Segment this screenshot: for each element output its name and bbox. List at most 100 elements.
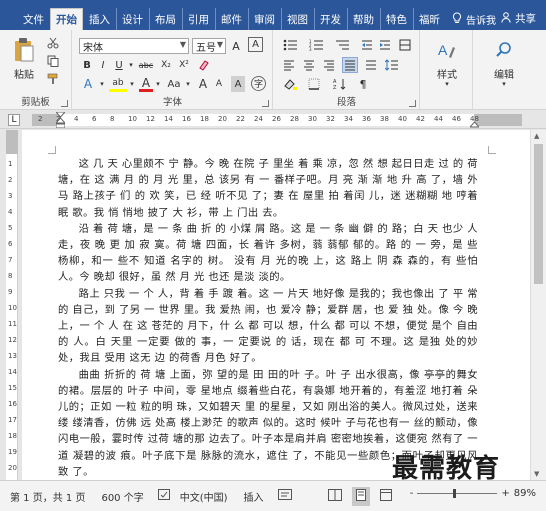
proofing-icon[interactable] — [157, 489, 170, 503]
cut-icon[interactable] — [46, 36, 60, 50]
distributed-icon[interactable] — [364, 58, 378, 72]
sort-icon[interactable]: AZ — [332, 77, 348, 91]
tab-developer[interactable]: 开发 — [314, 8, 346, 30]
increase-indent-icon[interactable] — [378, 38, 392, 52]
chevron-down-icon[interactable]: ▾ — [155, 76, 161, 92]
superscript-button[interactable]: X² — [177, 58, 191, 72]
character-border-icon[interactable]: A — [248, 37, 263, 52]
styles-icon[interactable]: A — [435, 38, 459, 62]
paragraph[interactable]: 路上 只我 一 个 人，背 着 手 踱 着。这 一 片天 地好像 是我的；我也像… — [58, 286, 478, 367]
tab-stop-selector[interactable]: L — [8, 114, 20, 126]
indent-marker-icon[interactable] — [54, 111, 67, 131]
tell-me-search[interactable]: 告诉我 — [452, 8, 496, 30]
decrease-indent-icon[interactable] — [360, 38, 374, 52]
ruler-number: 26 — [272, 115, 281, 123]
macro-record-icon[interactable] — [277, 489, 292, 503]
tab-featured[interactable]: 特色 — [380, 8, 412, 30]
page-count[interactable]: 第 1 页，共 1 页 — [10, 489, 85, 504]
document-body[interactable]: 这 几 天 心里颇不 宁 静。今 晚 在院 子 里坐 着 乘 凉，忽 然 想 起… — [58, 156, 478, 480]
scroll-thumb[interactable] — [534, 144, 543, 284]
font-name-select[interactable]: 宋体 ▼ — [79, 38, 189, 54]
insert-mode[interactable]: 插入 — [244, 489, 264, 504]
zoom-slider-knob[interactable] — [453, 489, 457, 498]
zoom-slider[interactable] — [417, 489, 498, 498]
zoom-in-button[interactable]: + — [501, 488, 509, 499]
tab-file[interactable]: 文件 — [18, 8, 49, 30]
search-icon[interactable] — [492, 38, 516, 62]
ruler-number: 12 — [146, 115, 155, 123]
vertical-ruler[interactable]: 1 2 3 4 5 6 7 8 9 10 11 12 13 14 15 16 17 18 19 20 — [6, 130, 18, 480]
styles-group: A 样式 ▾ — [421, 30, 473, 110]
tab-mailings[interactable]: 邮件 — [215, 8, 247, 30]
tab-review[interactable]: 审阅 — [248, 8, 280, 30]
chevron-down-icon[interactable]: ▾ — [499, 80, 509, 88]
paragraph-launcher[interactable] — [409, 100, 416, 107]
borders-icon[interactable] — [306, 77, 322, 91]
character-shading-button[interactable]: A — [231, 76, 245, 92]
bullets-icon[interactable] — [282, 38, 302, 52]
font-color-button[interactable]: A — [139, 76, 153, 92]
document-page[interactable]: 这 几 天 心里颇不 宁 静。今 晚 在院 子 里坐 着 乘 凉，忽 然 想 起… — [22, 130, 530, 480]
align-center-icon[interactable] — [302, 58, 316, 72]
tab-foxit[interactable]: 福昕 — [413, 8, 445, 30]
read-mode-icon[interactable] — [327, 488, 342, 504]
paste-icon[interactable] — [12, 36, 36, 64]
share-button[interactable]: 共享 — [501, 11, 536, 26]
clipboard-launcher[interactable] — [61, 100, 68, 107]
show-marks-icon[interactable]: ¶ — [356, 77, 370, 91]
italic-button[interactable]: I — [97, 58, 109, 72]
chevron-down-icon[interactable]: ▾ — [442, 80, 452, 88]
paste-label[interactable]: 粘贴 — [6, 66, 42, 81]
styles-label[interactable]: 样式 — [425, 66, 469, 81]
chevron-down-icon[interactable]: ▾ — [185, 76, 191, 92]
chevron-down-icon[interactable]: ▾ — [99, 76, 105, 92]
change-case-button[interactable]: Aa — [165, 76, 183, 92]
chevron-down-icon[interactable]: ▾ — [129, 58, 133, 72]
text-effects-button[interactable]: A — [81, 76, 95, 92]
shrink-font-button[interactable]: A — [213, 76, 225, 92]
numbering-icon[interactable]: 123 — [308, 38, 328, 52]
align-right-icon[interactable] — [322, 58, 336, 72]
enclose-characters-button[interactable]: 字 — [251, 76, 266, 91]
underline-button[interactable]: U — [113, 58, 125, 72]
line-spacing-icon[interactable] — [384, 58, 400, 72]
word-count[interactable]: 600 个字 — [101, 489, 143, 504]
zoom-out-button[interactable]: - — [410, 488, 414, 499]
tab-help[interactable]: 帮助 — [347, 8, 379, 30]
font-size-select[interactable]: 五号 ▼ — [192, 38, 226, 54]
ruler-number: 42 — [416, 115, 425, 123]
format-painter-icon[interactable] — [46, 72, 60, 86]
grow-font-button[interactable]: A — [197, 76, 209, 92]
scroll-down-icon[interactable]: ▼ — [534, 470, 539, 478]
tab-view[interactable]: 视图 — [281, 8, 313, 30]
justify-icon[interactable] — [342, 57, 358, 73]
web-layout-icon[interactable] — [379, 488, 392, 504]
tab-home[interactable]: 开始 — [50, 8, 83, 30]
chevron-down-icon[interactable]: ▾ — [129, 76, 135, 92]
chinese-layout-icon[interactable] — [398, 38, 412, 52]
language-indicator[interactable]: 中文(中国) — [180, 489, 228, 504]
align-left-icon[interactable] — [282, 58, 296, 72]
text-highlight-eraser-icon[interactable] — [197, 58, 211, 72]
paragraph[interactable]: 这 几 天 心里颇不 宁 静。今 晚 在院 子 里坐 着 乘 凉，忽 然 想 起… — [58, 156, 478, 221]
strikethrough-button[interactable]: abc — [137, 58, 155, 72]
vertical-scrollbar[interactable]: ▲ ▼ — [530, 130, 546, 480]
font-launcher[interactable] — [262, 100, 269, 107]
copy-icon[interactable] — [46, 54, 60, 68]
editing-label[interactable]: 编辑 — [480, 66, 528, 81]
bold-button[interactable]: B — [81, 58, 93, 72]
horizontal-ruler[interactable]: L 2 2 4 6 8 10 12 14 16 18 20 22 24 26 28 30 32 34 36 38 40 4… — [0, 111, 546, 129]
shading-icon[interactable] — [282, 77, 298, 91]
tab-references[interactable]: 引用 — [182, 8, 214, 30]
highlight-color-button[interactable]: ab — [109, 76, 127, 92]
zoom-level[interactable]: 89% — [514, 488, 536, 499]
clear-format-icon[interactable]: A — [229, 38, 243, 54]
tab-layout[interactable]: 布局 — [149, 8, 181, 30]
tab-design[interactable]: 设计 — [116, 8, 148, 30]
multilevel-list-icon[interactable] — [334, 38, 354, 52]
subscript-button[interactable]: X₂ — [159, 58, 173, 72]
scroll-up-icon[interactable]: ▲ — [534, 132, 539, 140]
tab-insert[interactable]: 插入 — [84, 8, 115, 30]
print-layout-icon[interactable] — [351, 486, 370, 506]
paragraph[interactable]: 沿 着 荷 塘，是 一 条 曲 折 的 小煤 屑 路。这 是 一 条 幽 僻 的… — [58, 221, 478, 286]
